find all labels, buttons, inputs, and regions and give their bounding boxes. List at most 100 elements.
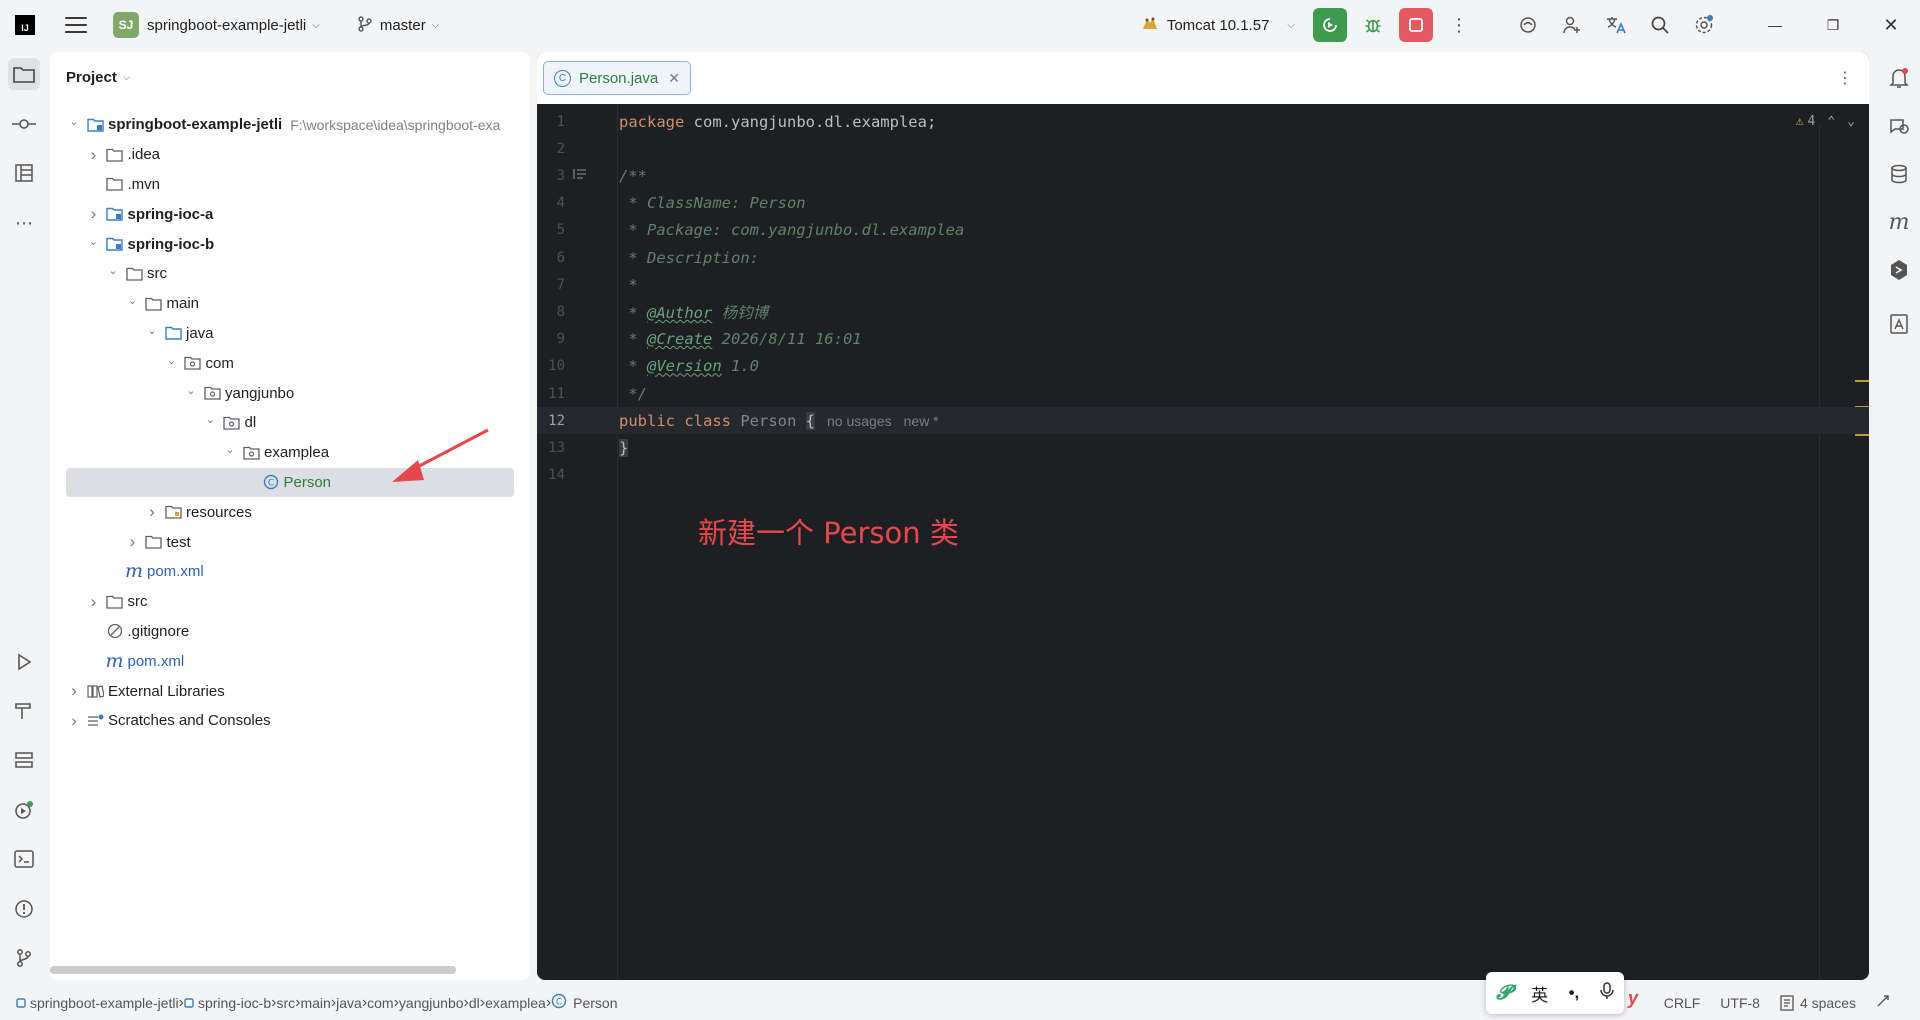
chevron-down-icon[interactable]: ⌄ bbox=[105, 264, 121, 277]
chevron-right-icon[interactable]: › bbox=[125, 532, 141, 552]
breadcrumb-item[interactable]: C Person bbox=[551, 993, 618, 1012]
code-line[interactable]: 1 package com.yangjunbo.dl.examplea; bbox=[537, 108, 1869, 135]
notifications-bell-icon[interactable] bbox=[1883, 62, 1915, 94]
tab-options-icon[interactable]: ⋮ bbox=[1837, 68, 1853, 88]
tree-item-yangjunbo[interactable]: ⌄ yangjunbo bbox=[50, 378, 530, 408]
ai-chat-icon[interactable] bbox=[1883, 110, 1915, 142]
chevron-down-icon[interactable]: ⌄ bbox=[183, 384, 199, 397]
plugin-cube-icon[interactable] bbox=[1883, 254, 1915, 286]
chevron-right-icon[interactable]: › bbox=[66, 681, 82, 701]
chevron-down-icon[interactable]: ⌄ bbox=[222, 443, 238, 456]
chevron-down-icon[interactable]: ⌄ bbox=[66, 115, 82, 128]
translate-icon[interactable] bbox=[1599, 8, 1633, 42]
minimize-window-icon[interactable]: — bbox=[1746, 0, 1804, 50]
doc-render-toggle-icon[interactable] bbox=[573, 168, 587, 183]
chevron-down-icon[interactable]: ⌄ bbox=[144, 324, 160, 337]
structure-tool-icon[interactable] bbox=[8, 157, 40, 189]
chevron-right-icon[interactable]: › bbox=[86, 204, 102, 224]
project-view-selector[interactable]: Project ⌵ bbox=[50, 52, 530, 102]
build-hammer-icon[interactable] bbox=[8, 695, 40, 727]
more-actions-icon[interactable]: ⋮ bbox=[1442, 8, 1476, 42]
code-line[interactable]: 14 bbox=[537, 462, 1869, 489]
tree-item-spring-ioc-a[interactable]: › spring-ioc-a bbox=[50, 199, 530, 229]
project-tool-icon[interactable] bbox=[8, 58, 40, 90]
intellij-logo-icon[interactable]: IJ bbox=[15, 15, 35, 35]
tree-item-idea[interactable]: › .idea bbox=[50, 140, 530, 170]
tab-person-java[interactable]: C Person.java ✕ bbox=[543, 61, 691, 95]
tree-item-pom-xml[interactable]: m pom.xml bbox=[50, 557, 530, 587]
main-menu-icon[interactable] bbox=[65, 17, 87, 33]
encoding-widget[interactable]: UTF-8 bbox=[1720, 995, 1760, 1011]
more-tools-icon[interactable]: ⋯ bbox=[8, 207, 40, 239]
run-configuration-selector[interactable]: Tomcat 10.1.57 ⌵ bbox=[1141, 15, 1295, 35]
chevron-right-icon[interactable]: › bbox=[86, 145, 102, 165]
code-line[interactable]: 6 * Description: bbox=[537, 244, 1869, 271]
rerun-button[interactable] bbox=[1313, 8, 1347, 42]
breadcrumb-item[interactable]: dl bbox=[469, 995, 480, 1011]
ime-punctuation-toggle[interactable]: •, bbox=[1569, 983, 1580, 1003]
horizontal-scrollbar[interactable] bbox=[50, 966, 456, 974]
tree-item-src[interactable]: › src bbox=[50, 587, 530, 617]
tree-item-com[interactable]: ⌄ com bbox=[50, 348, 530, 378]
database-icon[interactable] bbox=[1883, 158, 1915, 190]
git-tool-icon[interactable] bbox=[8, 942, 40, 974]
ime-toolbar[interactable]: 𝓟 英 •, bbox=[1486, 972, 1624, 1014]
add-user-icon[interactable] bbox=[1555, 8, 1589, 42]
tree-item-scratches-and-consoles[interactable]: › Scratches and Consoles bbox=[50, 706, 530, 736]
tree-item-pom-xml[interactable]: m pom.xml bbox=[50, 646, 530, 676]
tree-item-test[interactable]: › test bbox=[50, 527, 530, 557]
project-switcher[interactable]: SJ springboot-example-jetli ⌵ bbox=[113, 12, 320, 38]
chevron-right-icon[interactable]: › bbox=[144, 502, 160, 522]
tree-item-springboot-example-jetli[interactable]: ⌄ springboot-example-jetli F:\workspace\id… bbox=[50, 110, 530, 140]
readonly-toggle-icon[interactable] bbox=[1876, 994, 1890, 1011]
maven-tool-icon[interactable]: m bbox=[1883, 206, 1915, 238]
breadcrumb-item[interactable]: main bbox=[300, 995, 330, 1011]
breadcrumb-item[interactable]: yangjunbo bbox=[399, 995, 464, 1011]
code-line[interactable]: 10 * @Version 1.0 bbox=[537, 353, 1869, 380]
tree-item-java[interactable]: ⌄ java bbox=[50, 319, 530, 349]
breadcrumb-item[interactable]: src bbox=[276, 995, 295, 1011]
services-tool-icon[interactable] bbox=[8, 744, 40, 776]
breadcrumb-item[interactable]: springboot-example-jetli bbox=[16, 995, 179, 1011]
breadcrumb-item[interactable]: spring-ioc-b bbox=[184, 995, 271, 1011]
code-line[interactable]: 13} bbox=[537, 434, 1869, 461]
breadcrumb-item[interactable]: examplea bbox=[485, 995, 546, 1011]
close-window-icon[interactable]: ✕ bbox=[1862, 0, 1920, 50]
debug-icon[interactable] bbox=[1356, 8, 1390, 42]
chevron-right-icon[interactable]: › bbox=[66, 711, 82, 731]
code-line[interactable]: 11 */ bbox=[537, 380, 1869, 407]
settings-gear-icon[interactable] bbox=[1687, 8, 1721, 42]
problems-tool-icon[interactable] bbox=[8, 893, 40, 925]
tree-item-src[interactable]: ⌄ src bbox=[50, 259, 530, 289]
line-separator-widget[interactable]: CRLF bbox=[1664, 995, 1701, 1011]
ime-logo-icon[interactable]: 𝓟 bbox=[1496, 982, 1510, 1005]
microphone-icon[interactable] bbox=[1600, 981, 1614, 1005]
commit-tool-icon[interactable] bbox=[8, 108, 40, 140]
ai-assistant-icon[interactable] bbox=[1511, 8, 1545, 42]
code-line[interactable]: 5 * Package: com.yangjunbo.dl.examplea bbox=[537, 217, 1869, 244]
indent-widget[interactable]: 4 spaces bbox=[1780, 995, 1856, 1011]
tree-item-mvn[interactable]: .mvn bbox=[50, 170, 530, 200]
code-line[interactable]: 2 bbox=[537, 135, 1869, 162]
close-tab-icon[interactable]: ✕ bbox=[668, 70, 680, 87]
restore-window-icon[interactable]: ❐ bbox=[1804, 0, 1862, 50]
run-tool-icon[interactable] bbox=[8, 646, 40, 678]
tree-item-resources[interactable]: › resources bbox=[50, 497, 530, 527]
chevron-down-icon[interactable]: ⌄ bbox=[164, 354, 180, 367]
stop-button[interactable] bbox=[1399, 8, 1433, 42]
breadcrumb-item[interactable]: com bbox=[367, 995, 393, 1011]
chevron-down-icon[interactable]: ⌄ bbox=[86, 235, 102, 248]
tree-item-main[interactable]: ⌄ main bbox=[50, 289, 530, 319]
vcs-branch-switcher[interactable]: master ⌵ bbox=[358, 15, 439, 35]
font-viewer-icon[interactable] bbox=[1883, 308, 1915, 340]
breadcrumb-item[interactable]: java bbox=[336, 995, 362, 1011]
tree-item-external-libraries[interactable]: › External Libraries bbox=[50, 676, 530, 706]
code-line[interactable]: 7 * bbox=[537, 271, 1869, 298]
debug-services-icon[interactable] bbox=[8, 794, 40, 826]
code-line[interactable]: 9 * @Create 2026/8/11 16:01 bbox=[537, 326, 1869, 353]
tree-item-spring-ioc-b[interactable]: ⌄ spring-ioc-b bbox=[50, 229, 530, 259]
code-line[interactable]: 4 * ClassName: Person bbox=[537, 190, 1869, 217]
ime-language-toggle[interactable]: 英 bbox=[1531, 981, 1548, 1006]
chevron-down-icon[interactable]: ⌄ bbox=[203, 413, 219, 426]
chevron-right-icon[interactable]: › bbox=[86, 592, 102, 612]
